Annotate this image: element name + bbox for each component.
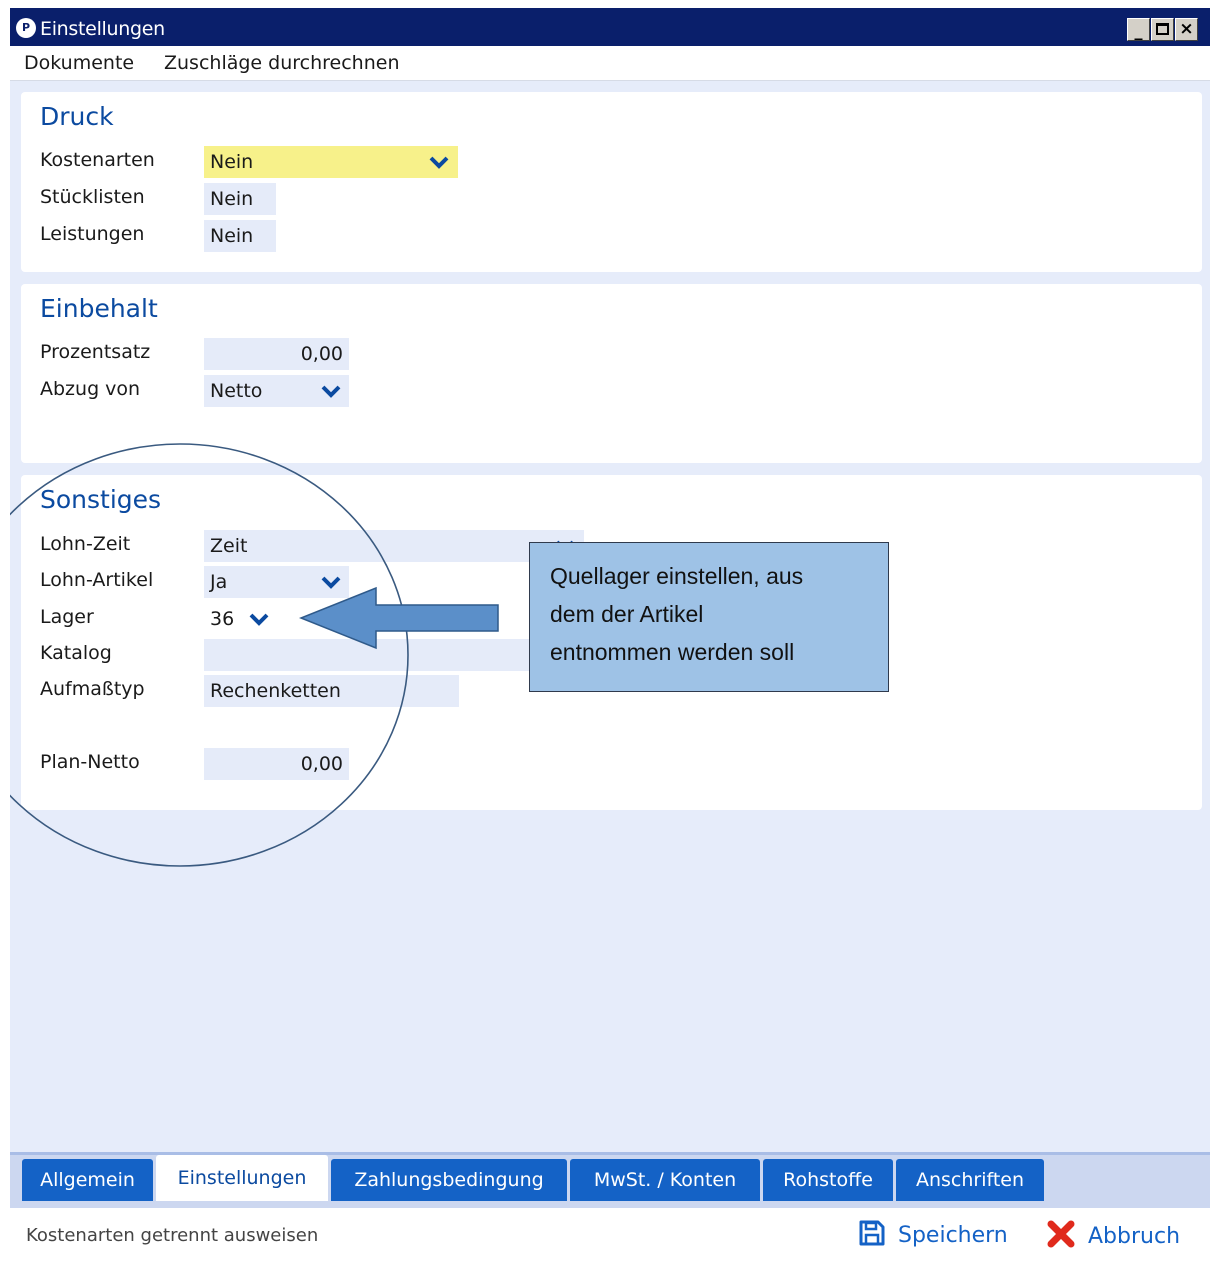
annotation-overlay xyxy=(10,443,499,867)
cancel-button[interactable]: Abbruch xyxy=(1046,1219,1180,1249)
callout-line: dem der Artikel xyxy=(550,601,704,627)
save-button[interactable]: Speichern xyxy=(858,1219,1008,1248)
annotation-callout: Quellager einstellen, aus dem der Artike… xyxy=(529,542,889,692)
settings-window: P Einstellungen _ × Dokumente Zuschläge … xyxy=(10,8,1210,1263)
tab-mwst-konten[interactable]: MwSt. / Konten xyxy=(570,1159,760,1201)
cancel-label: Abbruch xyxy=(1088,1224,1181,1249)
tab-zahlungsbedingung[interactable]: Zahlungsbedingung xyxy=(331,1159,567,1201)
red-x-icon xyxy=(1047,1220,1075,1248)
tab-allgemein[interactable]: Allgemein xyxy=(22,1159,153,1201)
highlight-circle xyxy=(10,443,409,867)
status-bar: Kostenarten getrennt ausweisen Speichern… xyxy=(10,1208,1210,1263)
callout-line: Quellager einstellen, aus xyxy=(550,563,804,589)
tab-anschriften[interactable]: Anschriften xyxy=(896,1159,1044,1201)
save-label: Speichern xyxy=(898,1223,1008,1248)
floppy-disk-icon xyxy=(859,1220,885,1246)
tab-rohstoffe[interactable]: Rohstoffe xyxy=(763,1159,893,1201)
tab-einstellungen[interactable]: Einstellungen xyxy=(156,1155,328,1201)
callout-line: entnommen werden soll xyxy=(550,639,795,665)
tab-bar: Allgemein Einstellungen Zahlungsbedingun… xyxy=(10,1152,1210,1208)
status-hint-text: Kostenarten getrennt ausweisen xyxy=(26,1225,319,1246)
